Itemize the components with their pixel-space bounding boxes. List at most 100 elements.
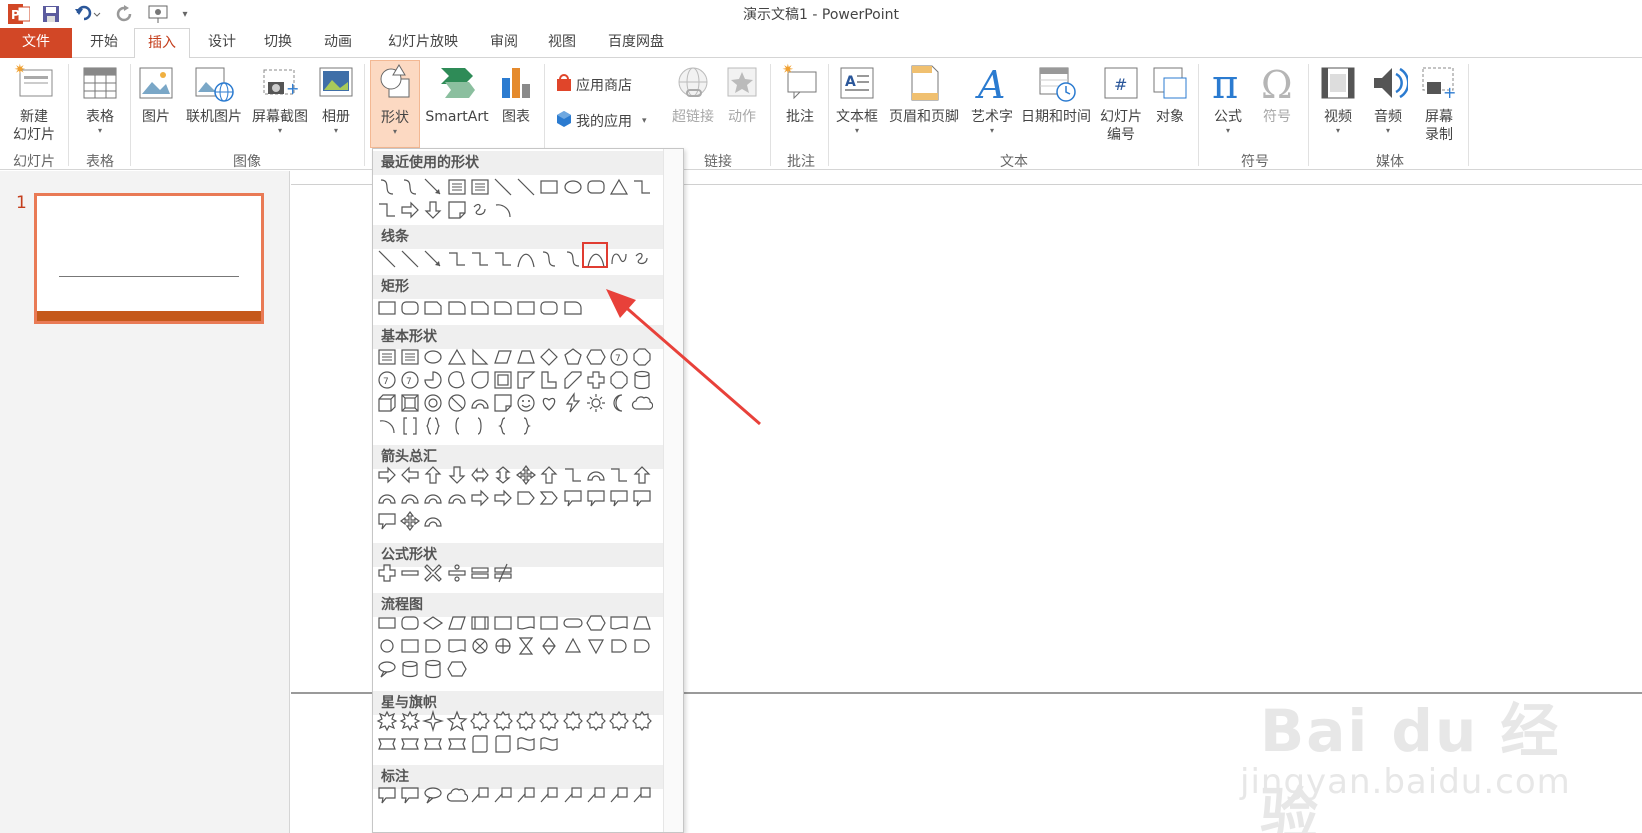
seal-shape-icon[interactable] bbox=[492, 710, 514, 732]
donut-shape-icon[interactable] bbox=[422, 392, 444, 414]
scribble-shape-icon[interactable] bbox=[631, 248, 653, 270]
linecall-shape-icon[interactable] bbox=[515, 784, 537, 806]
audio-button[interactable]: 音频 ▾ bbox=[1364, 60, 1412, 136]
elbow-shape-icon[interactable] bbox=[631, 176, 653, 198]
rect-shape-icon[interactable] bbox=[538, 612, 560, 634]
scribble-shape-icon[interactable] bbox=[469, 199, 491, 221]
darrow-shape-icon[interactable] bbox=[446, 464, 468, 486]
rrect-shape-icon[interactable] bbox=[585, 176, 607, 198]
seal-shape-icon[interactable] bbox=[469, 710, 491, 732]
arrowline-shape-icon[interactable] bbox=[422, 176, 444, 198]
delay-shape-icon[interactable] bbox=[608, 635, 630, 657]
rect-shape-icon[interactable] bbox=[492, 612, 514, 634]
seal-shape-icon[interactable] bbox=[585, 710, 607, 732]
header-footer-button[interactable]: 页眉和页脚 bbox=[884, 60, 964, 126]
uarrow-shape-icon[interactable] bbox=[422, 464, 444, 486]
wave-shape-icon[interactable] bbox=[515, 733, 537, 755]
doc-shape-icon[interactable] bbox=[446, 635, 468, 657]
tab-view[interactable]: 视图 bbox=[540, 28, 584, 58]
brace-shape-icon[interactable] bbox=[422, 415, 444, 437]
sun-shape-icon[interactable] bbox=[585, 392, 607, 414]
online-picture-button[interactable]: 联机图片 bbox=[182, 60, 246, 126]
scroll-shape-icon[interactable] bbox=[469, 733, 491, 755]
elbow-shape-icon[interactable] bbox=[562, 464, 584, 486]
snip-shape-icon[interactable] bbox=[422, 297, 444, 319]
textbox-shape-icon[interactable] bbox=[399, 346, 421, 368]
smartart-button[interactable]: SmartArt bbox=[424, 60, 490, 126]
delay-shape-icon[interactable] bbox=[422, 635, 444, 657]
scurve-shape-icon[interactable] bbox=[538, 248, 560, 270]
round1-shape-icon[interactable] bbox=[562, 297, 584, 319]
num-shape-icon[interactable]: 7 bbox=[376, 369, 398, 391]
seal-shape-icon[interactable] bbox=[608, 710, 630, 732]
rrect-shape-icon[interactable] bbox=[538, 297, 560, 319]
minus-shape-icon[interactable] bbox=[399, 562, 421, 584]
screen-record-button[interactable]: + 屏幕 录制 bbox=[1416, 60, 1462, 144]
lrarrow-shape-icon[interactable] bbox=[469, 464, 491, 486]
rbracket-shape-icon[interactable] bbox=[469, 415, 491, 437]
tab-insert[interactable]: 插入 bbox=[134, 28, 190, 59]
tab-animations[interactable]: 动画 bbox=[316, 28, 360, 58]
divide-shape-icon[interactable] bbox=[446, 562, 468, 584]
tab-home[interactable]: 开始 bbox=[82, 28, 126, 58]
linecall-shape-icon[interactable] bbox=[492, 784, 514, 806]
notequal-shape-icon[interactable] bbox=[492, 562, 514, 584]
para-shape-icon[interactable] bbox=[446, 612, 468, 634]
cloud-shape-icon[interactable] bbox=[446, 784, 468, 806]
oct-shape-icon[interactable] bbox=[631, 346, 653, 368]
line-shape-icon[interactable] bbox=[492, 176, 514, 198]
trap-shape-icon[interactable] bbox=[631, 612, 653, 634]
slide-thumbnail[interactable] bbox=[34, 193, 264, 324]
shapes-button[interactable]: 形状 ▾ bbox=[370, 60, 420, 148]
diag-shape-icon[interactable] bbox=[562, 369, 584, 391]
scurve-shape-icon[interactable] bbox=[399, 176, 421, 198]
tab-review[interactable]: 审阅 bbox=[482, 28, 526, 58]
linecall-shape-icon[interactable] bbox=[631, 784, 653, 806]
object-button[interactable]: 对象 bbox=[1148, 60, 1192, 126]
textbox-shape-icon[interactable] bbox=[469, 176, 491, 198]
doc-shape-icon[interactable] bbox=[515, 612, 537, 634]
bolt-shape-icon[interactable] bbox=[562, 392, 584, 414]
datetime-button[interactable]: 日期和时间 bbox=[1018, 60, 1094, 126]
fold-shape-icon[interactable] bbox=[492, 392, 514, 414]
elbow-shape-icon[interactable] bbox=[469, 248, 491, 270]
ovalcall-shape-icon[interactable] bbox=[376, 658, 398, 680]
banner-shape-icon[interactable] bbox=[376, 733, 398, 755]
table-button[interactable]: 表格 ▾ bbox=[72, 60, 128, 136]
store-button[interactable]: 应用商店 bbox=[556, 74, 632, 96]
round1-shape-icon[interactable] bbox=[446, 297, 468, 319]
my-apps-button[interactable]: 我的应用 ▾ bbox=[556, 110, 647, 132]
callout-shape-icon[interactable] bbox=[608, 487, 630, 509]
comment-button[interactable]: ✷ 批注 bbox=[776, 60, 824, 126]
orSym-shape-icon[interactable] bbox=[492, 635, 514, 657]
chart-button[interactable]: 图表 bbox=[494, 60, 538, 126]
num-shape-icon[interactable]: 7 bbox=[608, 346, 630, 368]
round1-shape-icon[interactable] bbox=[492, 297, 514, 319]
noSym-shape-icon[interactable] bbox=[446, 392, 468, 414]
seal-shape-icon[interactable] bbox=[631, 710, 653, 732]
tab-file[interactable]: 文件 bbox=[0, 28, 72, 58]
callout-shape-icon[interactable] bbox=[399, 784, 421, 806]
symbol-button[interactable]: Ω 符号 bbox=[1254, 60, 1300, 126]
term-shape-icon[interactable] bbox=[562, 612, 584, 634]
fold-shape-icon[interactable] bbox=[446, 199, 468, 221]
elbow-shape-icon[interactable] bbox=[492, 248, 514, 270]
action-button[interactable]: 动作 bbox=[720, 60, 764, 126]
process-shape-icon[interactable] bbox=[376, 612, 398, 634]
uarrow-shape-icon[interactable] bbox=[538, 464, 560, 486]
pent-shape-icon[interactable] bbox=[562, 346, 584, 368]
rect-shape-icon[interactable] bbox=[376, 297, 398, 319]
linecall-shape-icon[interactable] bbox=[562, 784, 584, 806]
line-shape-icon[interactable] bbox=[515, 176, 537, 198]
hex-shape-icon[interactable] bbox=[585, 612, 607, 634]
circle-shape-icon[interactable] bbox=[376, 635, 398, 657]
scurve-shape-icon[interactable] bbox=[376, 176, 398, 198]
linecall-shape-icon[interactable] bbox=[469, 784, 491, 806]
extract-shape-icon[interactable] bbox=[562, 635, 584, 657]
udarrow-shape-icon[interactable] bbox=[492, 464, 514, 486]
magdisk-shape-icon[interactable] bbox=[399, 658, 421, 680]
banner-shape-icon[interactable] bbox=[446, 733, 468, 755]
lbracket-shape-icon[interactable] bbox=[446, 415, 468, 437]
elbow-shape-icon[interactable] bbox=[608, 464, 630, 486]
plus-shape-icon[interactable] bbox=[376, 562, 398, 584]
